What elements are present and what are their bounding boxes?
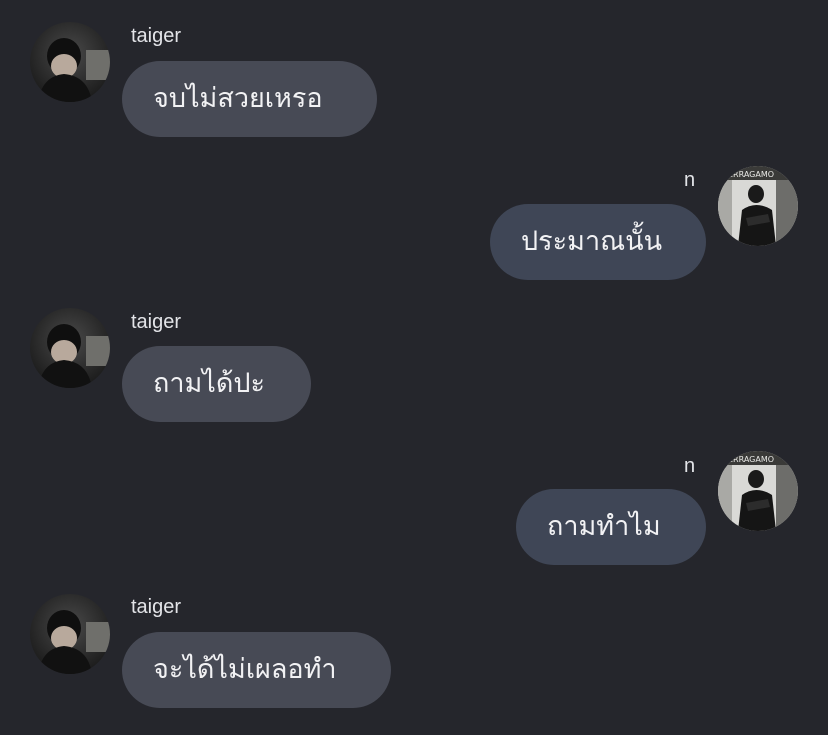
sender-name: taiger (131, 596, 182, 618)
sender-name: taiger (131, 25, 182, 47)
svg-text:ERRAGAMO: ERRAGAMO (728, 170, 774, 179)
message-bubble[interactable]: จะได้ไม่เผลอทำ (122, 632, 391, 708)
avatar-n-image: ERRAGAMO (718, 166, 798, 246)
avatar-n-image: ERRAGAMO (718, 451, 798, 531)
message-bubble[interactable]: จบไม่สวยเหรอ (122, 61, 377, 137)
chat-thread: taiger จบไม่สวยเหรอ n ประมาณนั้น ERRAGAM… (0, 0, 828, 735)
avatar-taiger-image (30, 308, 110, 388)
message-bubble[interactable]: ถามทำไม (516, 489, 706, 565)
avatar-taiger[interactable] (30, 594, 110, 674)
avatar-n[interactable]: ERRAGAMO (718, 451, 798, 531)
sender-name: n (684, 455, 696, 477)
message-bubble[interactable]: ถามได้ปะ (122, 346, 311, 422)
svg-text:ERRAGAMO: ERRAGAMO (728, 455, 774, 464)
sender-name: n (684, 169, 696, 191)
avatar-taiger-image (30, 594, 110, 674)
sender-name: taiger (131, 311, 182, 333)
avatar-taiger[interactable] (30, 308, 110, 388)
message-bubble[interactable]: ประมาณนั้น (490, 204, 706, 280)
avatar-n[interactable]: ERRAGAMO (718, 166, 798, 246)
avatar-taiger[interactable] (30, 22, 110, 102)
avatar-taiger-image (30, 22, 110, 102)
